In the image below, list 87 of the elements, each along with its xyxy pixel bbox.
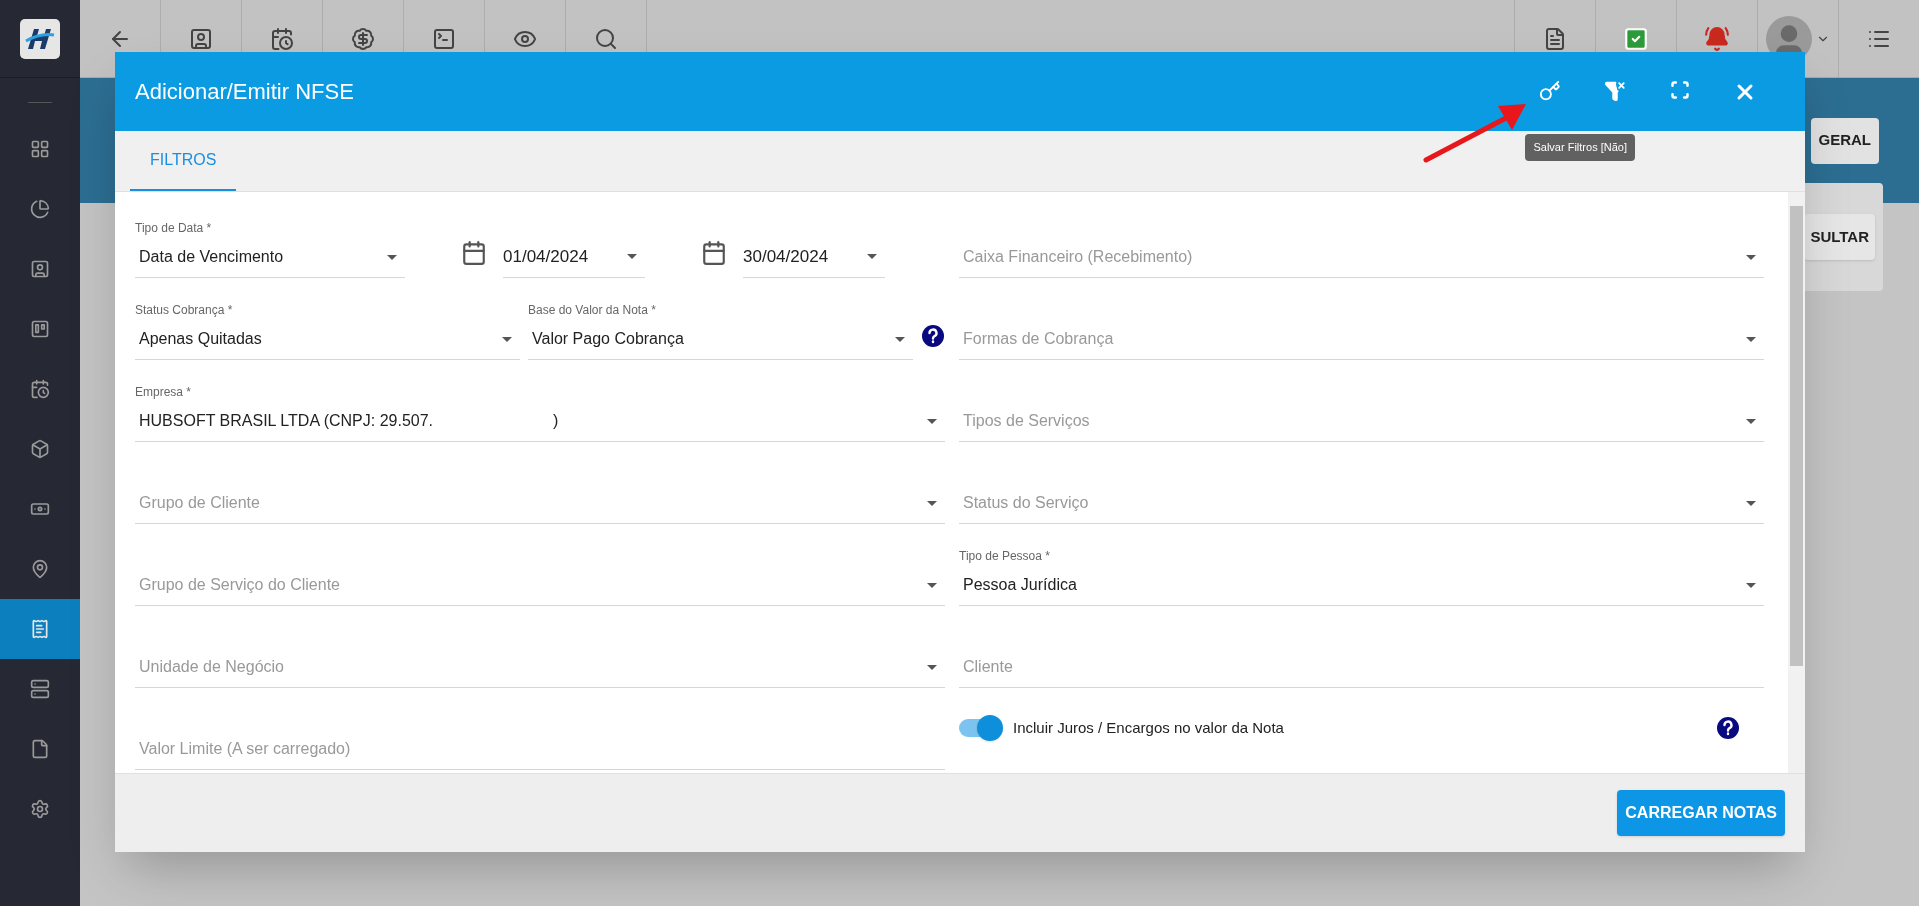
- contact-icon: [30, 259, 50, 279]
- select-field[interactable]: Tipo de Data * Data de Vencimento: [135, 219, 405, 278]
- box-icon: [30, 439, 50, 459]
- select-field[interactable]: Unidade de Negócio: [135, 606, 945, 688]
- grid-icon: [30, 139, 50, 159]
- caret-icon: [627, 253, 637, 259]
- caret-icon: [927, 500, 937, 506]
- search-icon: [594, 26, 618, 51]
- caret-icon: [387, 254, 397, 260]
- select-field[interactable]: Caixa Financeiro (Recebimento): [959, 196, 1764, 278]
- key-icon: [1539, 79, 1561, 102]
- dialog-title: Adicionar/Emitir NFSE: [135, 78, 355, 106]
- caret-icon: [867, 253, 877, 259]
- caret-icon: [1746, 500, 1756, 506]
- sidebar-item[interactable]: [0, 599, 80, 659]
- field-value: HUBSOFT BRASIL LTDA (CNPJ: 29.507.: [139, 411, 434, 431]
- select-field[interactable]: Empresa * HUBSOFT BRASIL LTDA (CNPJ: 29.507. ): [135, 360, 945, 442]
- caret-icon: [927, 418, 937, 424]
- field-value: 01/04/2024: [503, 245, 589, 268]
- field-label: Base do Valor da Nota *: [528, 302, 657, 319]
- terminal-icon: [432, 26, 456, 51]
- select-field[interactable]: Base do Valor da Nota * Valor Pago Cobrança: [528, 301, 913, 360]
- caret-icon: [1746, 418, 1756, 424]
- field-placeholder: Grupo de Serviço do Cliente: [139, 575, 341, 595]
- field-value: Pessoa Jurídica: [963, 575, 1077, 595]
- field-value: Data de Vencimento: [139, 247, 284, 267]
- select-field[interactable]: Tipos de Serviços: [959, 360, 1764, 442]
- contact-icon: [189, 26, 213, 51]
- load-notes-button[interactable]: CARREGAR NOTAS: [1617, 790, 1785, 836]
- field-label: Status Cobrança *: [135, 302, 234, 319]
- field-placeholder: Status do Serviço: [963, 493, 1090, 513]
- field-value: 30/04/2024: [743, 245, 829, 268]
- dollar-icon: [351, 26, 375, 51]
- logo-icon[interactable]: [20, 18, 60, 59]
- field-label: Tipo de Pessoa *: [959, 548, 1051, 565]
- select-field[interactable]: Status Cobrança * Apenas Quitadas: [135, 301, 520, 360]
- input-field[interactable]: Valor Limite (A ser carregado): [135, 688, 945, 770]
- check-icon: [1623, 25, 1649, 52]
- calendar-clock-icon: [270, 26, 294, 51]
- pie-chart-icon: [30, 199, 50, 219]
- filter-clear-icon: [1604, 79, 1626, 102]
- select-field[interactable]: Formas de Cobrança: [959, 278, 1764, 360]
- input-field[interactable]: Cliente: [959, 606, 1764, 688]
- alarm-icon: [1704, 25, 1730, 52]
- caret-icon: [1746, 254, 1756, 260]
- fullscreen-icon: [1670, 79, 1690, 100]
- caret-icon: [1746, 582, 1756, 588]
- receipt-icon: [30, 619, 50, 639]
- map-pin-icon: [30, 559, 50, 579]
- select-field[interactable]: Grupo de Serviço do Cliente: [135, 524, 945, 606]
- tab[interactable]: FILTROS: [130, 131, 237, 191]
- select-field[interactable]: Grupo de Cliente: [135, 442, 945, 524]
- select-field[interactable]: Tipo de Pessoa * Pessoa Jurídica: [959, 524, 1764, 606]
- field-placeholder: Grupo de Cliente: [139, 493, 261, 513]
- board-icon: [30, 319, 50, 339]
- date-field[interactable]: 30/04/2024: [743, 243, 885, 278]
- field-placeholder: Cliente: [962, 657, 1014, 677]
- field-label: Empresa *: [135, 384, 193, 401]
- caret-icon: [927, 582, 937, 588]
- tooltip: Salvar Filtros [Não]: [1525, 134, 1635, 161]
- caret-icon: [1746, 336, 1756, 342]
- field-placeholder: Valor Limite (A ser carregado): [138, 739, 352, 759]
- select-field[interactable]: Status do Serviço: [959, 442, 1764, 524]
- field-placeholder: Formas de Cobrança: [963, 329, 1115, 349]
- help-icon[interactable]: [1716, 716, 1740, 740]
- field-placeholder: Tipos de Serviços: [963, 411, 1091, 431]
- help-icon[interactable]: [921, 324, 945, 348]
- calendar-icon[interactable]: [701, 240, 727, 266]
- field-value: Valor Pago Cobrança: [532, 329, 684, 349]
- pdf-icon: [1543, 26, 1567, 51]
- field-placeholder: Unidade de Negócio: [139, 657, 285, 677]
- search-button[interactable]: SULTAR: [1804, 214, 1875, 260]
- field-label: Tipo de Data *: [135, 220, 213, 237]
- settings-icon: [30, 799, 50, 819]
- date-field[interactable]: 01/04/2024: [503, 243, 645, 278]
- field-placeholder: Caixa Financeiro (Recebimento): [963, 247, 1194, 267]
- file-icon: [30, 739, 50, 759]
- caret-icon: [927, 664, 937, 670]
- calendar-clock-icon: [30, 379, 50, 399]
- field-value: ): [553, 411, 559, 431]
- field-value: Apenas Quitadas: [139, 329, 262, 349]
- toggle-label: Incluir Juros / Encargos no valor da Nota: [1013, 717, 1285, 738]
- calendar-icon[interactable]: [461, 240, 487, 266]
- caret-icon: [502, 336, 512, 342]
- caret-icon: [895, 336, 905, 342]
- server-icon: [30, 679, 50, 699]
- general-button[interactable]: GERAL: [1810, 117, 1879, 164]
